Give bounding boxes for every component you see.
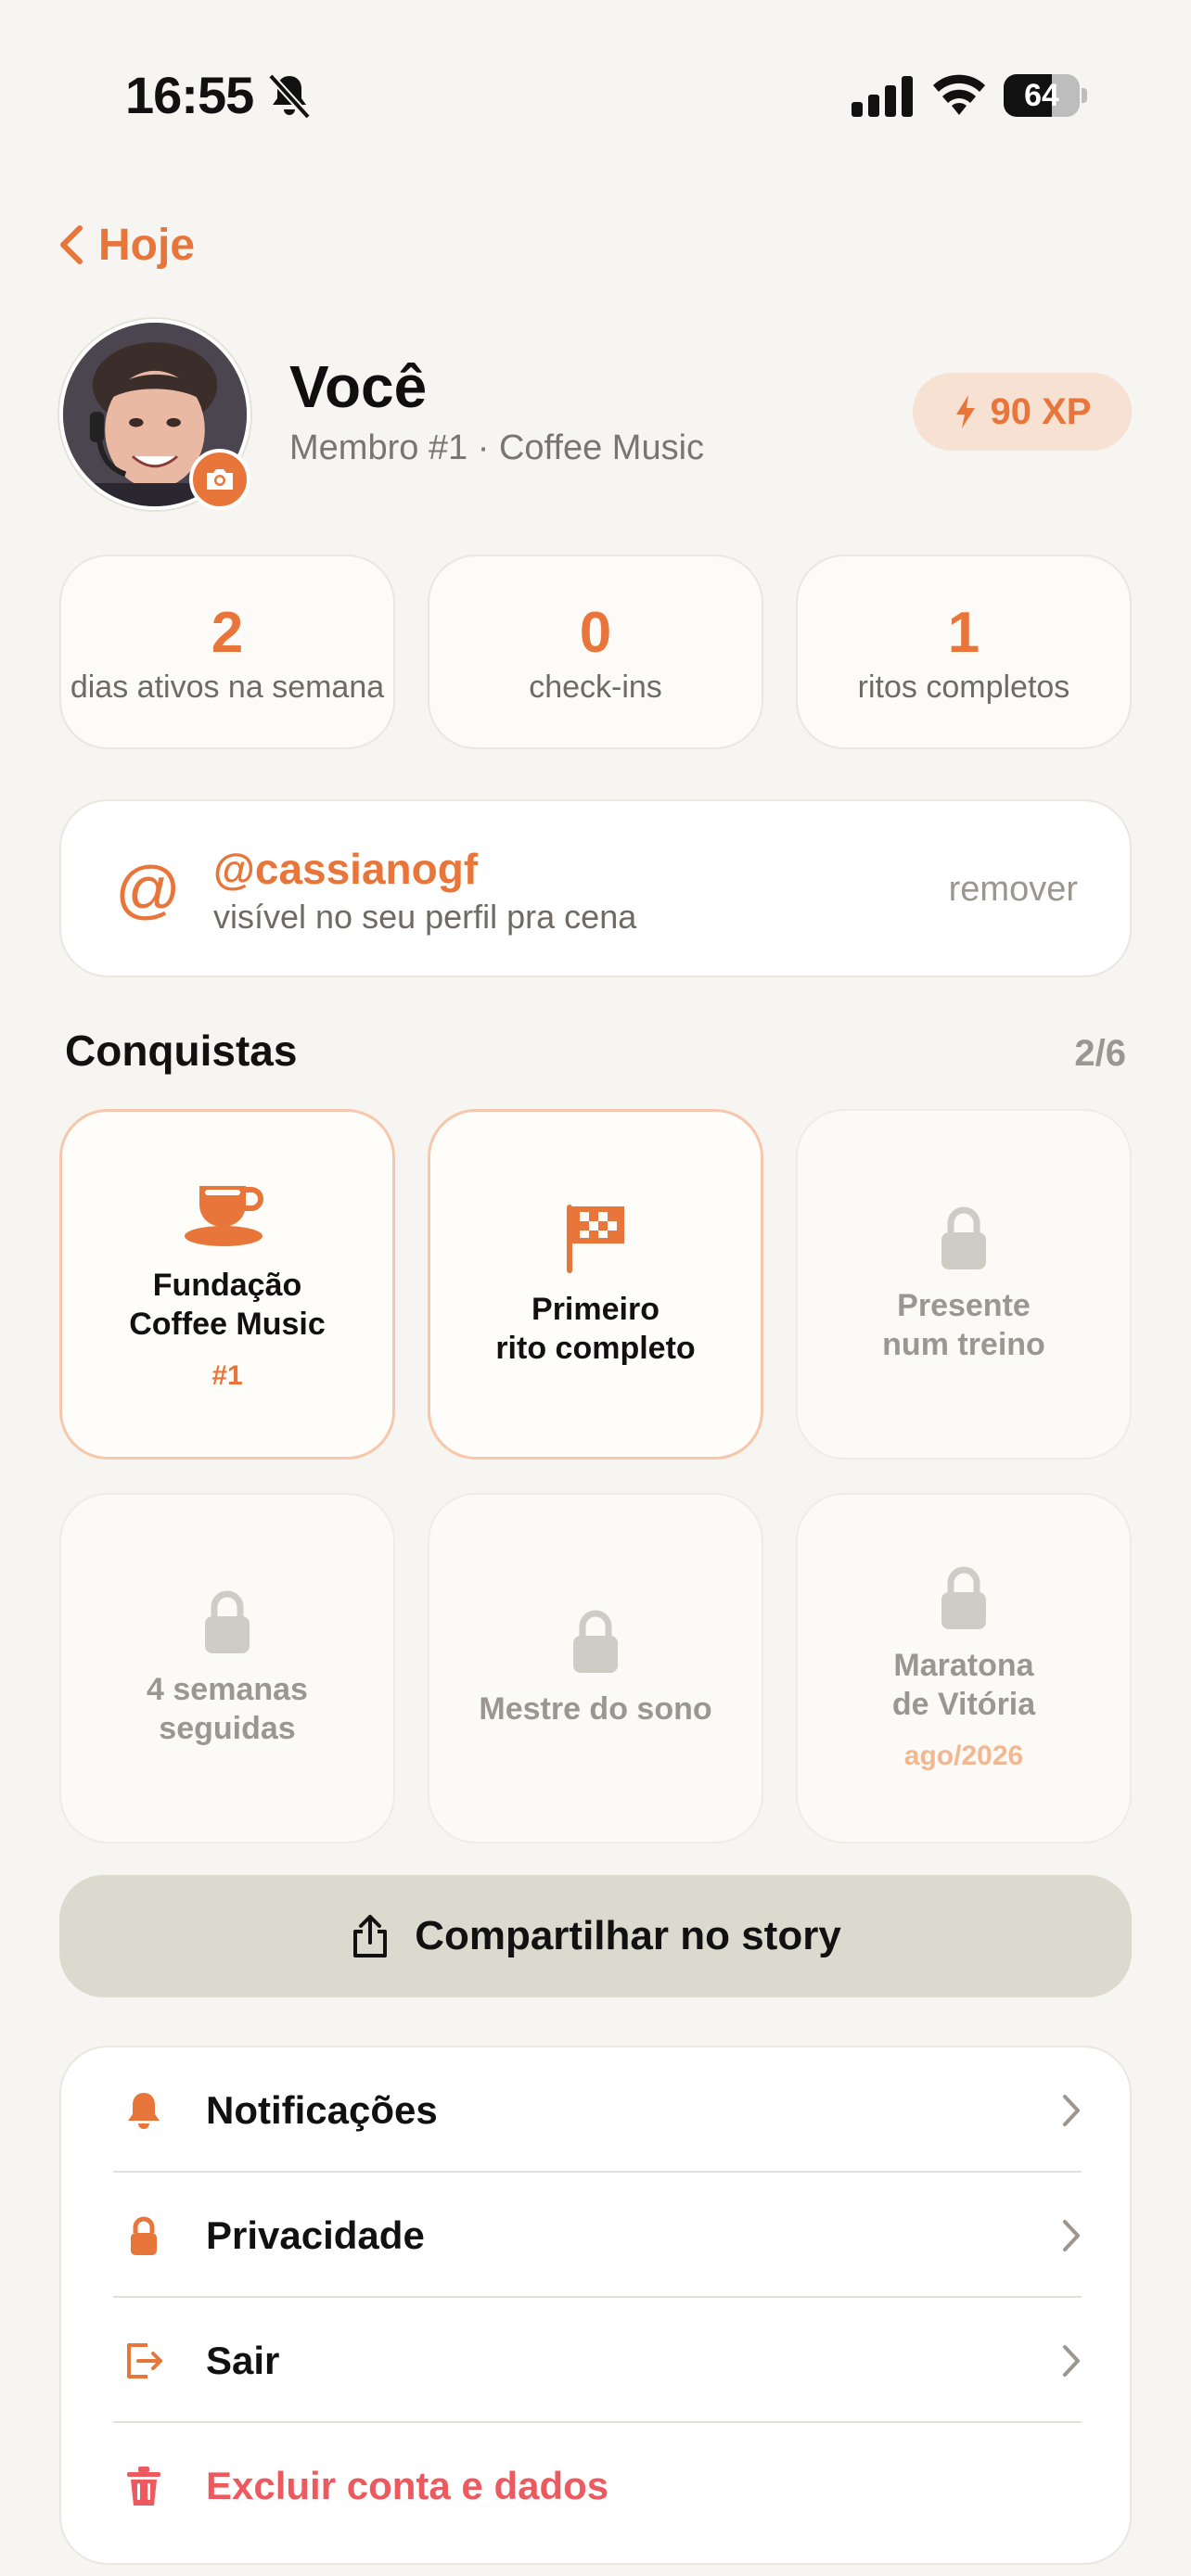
settings-item-notifications[interactable]: Notificações [113, 2047, 1082, 2173]
profile-subtitle: Membro #1 · Coffee Music [289, 428, 705, 467]
battery-icon: 64 [1004, 74, 1087, 117]
achievement-label: Primeiro rito completo [495, 1292, 696, 1366]
chevron-right-icon [1063, 2094, 1080, 2126]
stat-card-checkins: 0 check-ins [428, 555, 763, 749]
achievements-title: Conquistas [65, 1027, 298, 1075]
achievements-count: 2/6 [1074, 1033, 1126, 1074]
settings-item-label: Notificações [206, 2087, 438, 2132]
achievement-label: Fundação Coffee Music [129, 1268, 326, 1342]
status-time: 16:55 [125, 66, 254, 124]
back-label: Hoje [98, 220, 196, 270]
lock-icon [205, 1590, 250, 1653]
wifi-icon [933, 74, 985, 115]
achievement-extra: #1 [211, 1360, 243, 1391]
achievement-card[interactable]: Presente num treino [796, 1109, 1132, 1460]
achievement-card[interactable]: Mestre do sono [428, 1493, 763, 1843]
bell-icon [128, 2092, 160, 2129]
stat-card-rites: 1 ritos completos [796, 555, 1132, 749]
trash-icon [127, 2466, 160, 2506]
achievement-label: Maratona de Vitória [891, 1648, 1036, 1722]
camera-icon [207, 469, 233, 490]
achievement-label: Presente num treino [882, 1288, 1045, 1362]
bell-slash-icon [268, 73, 311, 120]
settings-item-label: Privacidade [206, 2213, 425, 2257]
handle-name: @cassianogf [213, 845, 479, 893]
share-story-button[interactable]: Compartilhar no story [59, 1875, 1132, 1997]
lightning-icon [955, 395, 975, 428]
stat-label: dias ativos na semana [70, 670, 385, 705]
handle-description: visível no seu perfil pra cena [213, 898, 637, 936]
status-bar: 16:55 64 [0, 56, 1191, 139]
lock-icon [573, 1610, 618, 1673]
stat-label: check-ins [529, 670, 662, 705]
stat-value: 0 [579, 601, 612, 665]
signal-icon [852, 76, 913, 117]
achievement-label: Mestre do sono [479, 1691, 712, 1727]
xp-value: 90 XP [990, 390, 1092, 432]
lock-icon [941, 1566, 986, 1629]
settings-item-logout[interactable]: Sair [113, 2298, 1082, 2423]
remove-handle-button[interactable]: remover [949, 870, 1078, 910]
profile-name: Você [289, 353, 428, 420]
xp-badge: 90 XP [913, 373, 1132, 451]
achievement-card[interactable]: 4 semanas seguidas [59, 1493, 395, 1843]
lock-icon [941, 1206, 986, 1269]
settings-item-label: Excluir conta e dados [206, 2463, 609, 2507]
chevron-right-icon [1063, 2344, 1080, 2377]
back-button[interactable]: Hoje [58, 215, 195, 274]
handle-card: @ @cassianogf visível no seu perfil pra … [59, 799, 1132, 977]
at-icon: @ [115, 853, 182, 925]
logout-icon [127, 2342, 162, 2378]
share-icon [353, 1915, 388, 1958]
share-label: Compartilhar no story [415, 1913, 841, 1958]
stat-label: ritos completos [857, 670, 1070, 705]
profile-screen: 16:55 64 Hoje Você Membro #1 · Coffee Mu… [0, 0, 1191, 2576]
change-photo-button[interactable] [189, 449, 250, 510]
settings-item-label: Sair [206, 2338, 280, 2382]
stat-value: 1 [947, 601, 980, 665]
settings-item-delete-account[interactable]: Excluir conta e dados [113, 2423, 1082, 2548]
settings-item-privacy[interactable]: Privacidade [113, 2173, 1082, 2298]
stats-row: 2 dias ativos na semana 0 check-ins 1 ri… [59, 555, 1132, 749]
achievement-date: ago/2026 [903, 1741, 1024, 1771]
achievement-card[interactable]: Fundação Coffee Music #1 [59, 1109, 395, 1460]
stat-value: 2 [211, 601, 244, 665]
achievement-label: 4 semanas seguidas [147, 1672, 308, 1746]
chevron-left-icon [60, 225, 83, 264]
avatar-container[interactable] [59, 319, 250, 510]
checkered-flag-icon [567, 1205, 624, 1273]
coffee-cup-icon [185, 1186, 263, 1246]
achievement-card[interactable]: Primeiro rito completo [428, 1109, 763, 1460]
chevron-right-icon [1063, 2219, 1080, 2251]
achievement-card[interactable]: Maratona de Vitória ago/2026 [796, 1493, 1132, 1843]
lock-icon [131, 2216, 157, 2255]
settings-list: Notificações Privacidade Sair Excluir co… [59, 2046, 1132, 2565]
battery-level: 64 [1024, 78, 1059, 113]
stat-card-active-days: 2 dias ativos na semana [59, 555, 395, 749]
